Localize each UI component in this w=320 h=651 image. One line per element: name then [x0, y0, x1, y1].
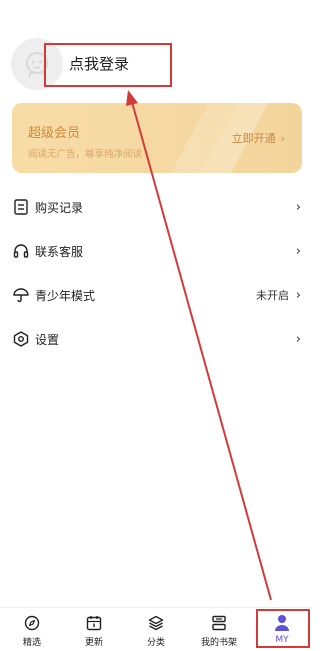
- teen-mode-status: 未开启: [256, 289, 289, 302]
- tab-label: 我的书架: [200, 638, 237, 648]
- settings-icon: [13, 331, 29, 347]
- umbrella-icon: [13, 287, 29, 303]
- menu-item-label: 青少年模式: [35, 288, 96, 303]
- vip-title: 超级会员: [28, 126, 81, 141]
- tab-label: 精选: [22, 638, 41, 648]
- receipt-icon: [13, 199, 29, 215]
- menu-item-purchase-records[interactable]: 购买记录 ›: [0, 185, 313, 229]
- tab-label: 更新: [84, 638, 103, 648]
- vip-open-label: 立即开通: [231, 132, 276, 145]
- vip-banner[interactable]: 超级会员 阅读无广告，尊享纯净阅读 立即开通 ›: [12, 103, 302, 173]
- menu-item-settings[interactable]: 设置 ›: [0, 317, 313, 361]
- tab-categories[interactable]: 分类: [125, 608, 187, 651]
- profile-header: 点我登录: [0, 28, 313, 98]
- headset-icon: [13, 243, 29, 259]
- chevron-right-icon: ›: [295, 243, 301, 259]
- chevron-right-icon: ›: [295, 331, 301, 347]
- layers-icon: [147, 614, 165, 632]
- annotation-highlight-my-tab: [256, 609, 310, 648]
- menu-item-label: 购买记录: [35, 200, 84, 215]
- tab-featured[interactable]: 精选: [1, 608, 63, 651]
- menu-item-label: 设置: [35, 332, 60, 347]
- chevron-right-icon: ›: [295, 287, 301, 303]
- tab-updates[interactable]: 更新: [63, 608, 125, 651]
- chevron-right-icon: ›: [280, 131, 285, 145]
- annotation-highlight-login: [44, 43, 172, 87]
- settings-menu: 购买记录 › 联系客服 › 青少年模式 未开启 › 设置 ›: [0, 185, 313, 361]
- vip-subtitle: 阅读无广告，尊享纯净阅读: [28, 149, 143, 160]
- tab-bookshelf[interactable]: 我的书架: [188, 608, 250, 651]
- menu-item-label: 联系客服: [35, 244, 84, 259]
- compass-icon: [23, 614, 41, 632]
- chevron-right-icon: ›: [295, 199, 301, 215]
- bookshelf-icon: [210, 614, 228, 632]
- calendar-icon: [85, 614, 103, 632]
- vip-open-button[interactable]: 立即开通 ›: [232, 130, 285, 146]
- menu-item-teen-mode[interactable]: 青少年模式 未开启 ›: [0, 273, 313, 317]
- tab-label: 分类: [146, 638, 165, 648]
- menu-item-customer-service[interactable]: 联系客服 ›: [0, 229, 313, 273]
